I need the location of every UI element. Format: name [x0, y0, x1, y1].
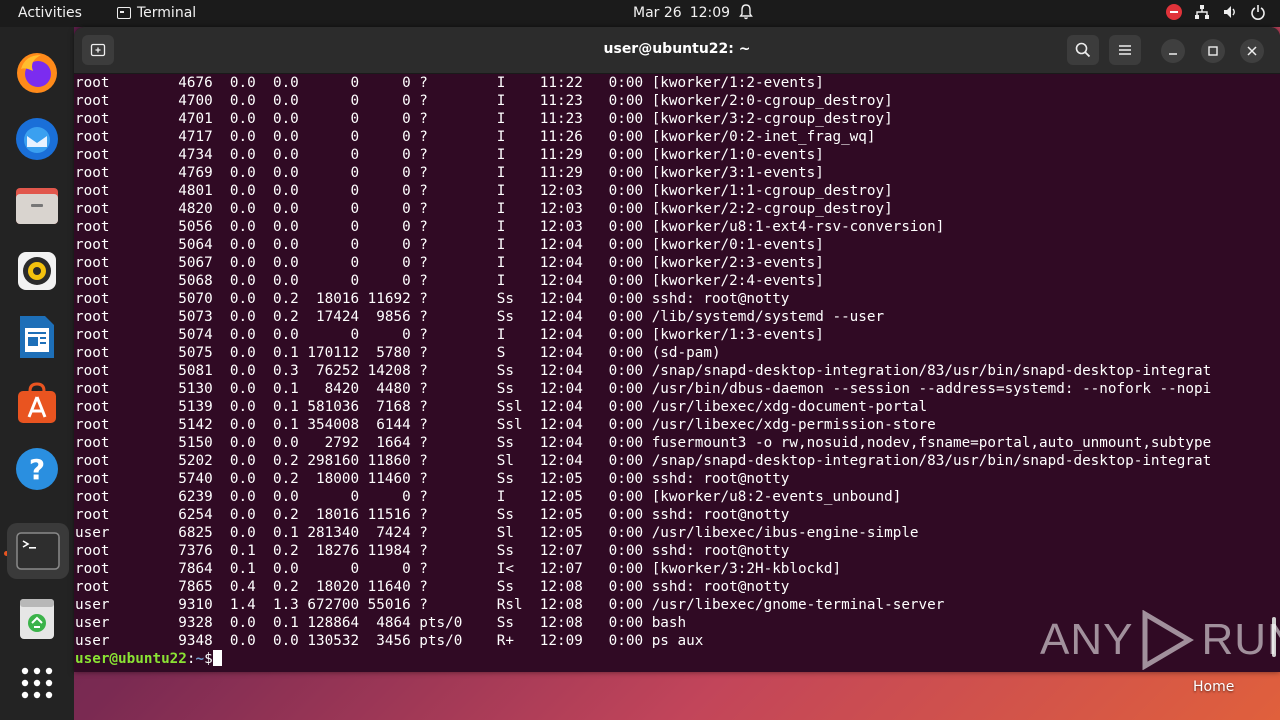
terminal-line: root 5067 0.0 0.0 0 0 ? I 12:04 0:00 [kw… — [75, 255, 824, 271]
text-cursor — [212, 650, 222, 666]
terminal-line: root 5202 0.0 0.2 298160 11860 ? Sl 12:0… — [75, 453, 1212, 469]
dock: ? — [0, 27, 74, 720]
terminal-line: root 5073 0.0 0.2 17424 9856 ? Ss 12:04 … — [75, 309, 885, 325]
app-name: Terminal — [137, 5, 197, 21]
terminal-line: root 5056 0.0 0.0 0 0 ? I 12:03 0:00 [kw… — [75, 219, 945, 235]
maximize-icon — [1208, 46, 1218, 56]
rhythmbox-icon — [18, 252, 56, 290]
terminal-line: root 5081 0.0 0.3 76252 14208 ? Ss 12:04… — [75, 363, 1212, 379]
terminal-line: root 4700 0.0 0.0 0 0 ? I 11:23 0:00 [kw… — [75, 93, 893, 109]
libreoffice-writer-icon — [20, 316, 54, 358]
app-center-icon — [18, 382, 56, 423]
terminal-line: root 5074 0.0 0.0 0 0 ? I 12:04 0:00 [kw… — [75, 327, 824, 343]
menu-button[interactable] — [1109, 35, 1141, 65]
close-icon — [1247, 46, 1257, 56]
terminal-line: root 4676 0.0 0.0 0 0 ? I 11:22 0:00 [kw… — [75, 75, 824, 91]
terminal-window: user@ubuntu22: ~ root 4676 0.0 0.0 0 0 ?… — [74, 27, 1280, 672]
terminal-line: root 6239 0.0 0.0 0 0 ? I 12:05 0:00 [kw… — [75, 489, 902, 505]
dock-writer[interactable] — [11, 311, 63, 363]
trash-icon — [20, 599, 54, 639]
system-tray[interactable] — [1166, 4, 1266, 20]
network-icon[interactable] — [1194, 4, 1210, 20]
top-bar: Activities Terminal Mar 26 12:09 — [0, 0, 1280, 27]
dock-thunderbird[interactable] — [11, 113, 63, 165]
prompt-user: user@ubuntu22 — [75, 651, 187, 667]
notification-bell-icon[interactable] — [739, 4, 753, 20]
dock-trash[interactable] — [11, 593, 63, 645]
terminal-line: root 4801 0.0 0.0 0 0 ? I 12:03 0:00 [kw… — [75, 183, 893, 199]
prompt-separator: : — [186, 651, 196, 667]
dock-terminal[interactable] — [7, 523, 69, 579]
prompt-path: ~ — [195, 651, 205, 667]
terminal-line: root 5139 0.0 0.1 581036 7168 ? Ssl 12:0… — [75, 399, 928, 415]
terminal-line: root 7376 0.1 0.2 18276 11984 ? Ss 12:07… — [75, 543, 790, 559]
terminal-line: root 4769 0.0 0.0 0 0 ? I 11:29 0:00 [kw… — [75, 165, 824, 181]
dock-firefox[interactable] — [11, 47, 63, 99]
time-label: 12:09 — [689, 5, 731, 21]
terminal-line: root 5070 0.0 0.2 18016 11692 ? Ss 12:04… — [75, 291, 790, 307]
minimize-button[interactable] — [1161, 39, 1185, 63]
terminal-line: root 4734 0.0 0.0 0 0 ? I 11:29 0:00 [kw… — [75, 147, 824, 163]
terminal-line: root 4701 0.0 0.0 0 0 ? I 11:23 0:00 [kw… — [75, 111, 893, 127]
window-headerbar[interactable]: user@ubuntu22: ~ — [74, 27, 1280, 74]
help-icon: ? — [16, 448, 58, 490]
dock-files[interactable] — [11, 179, 63, 231]
volume-icon[interactable] — [1222, 4, 1238, 20]
show-apps-icon — [21, 667, 53, 699]
dock-show-apps[interactable] — [11, 657, 63, 709]
terminal-line: user 6825 0.0 0.1 281340 7424 ? Sl 12:05… — [75, 525, 919, 541]
terminal-line: root 7865 0.4 0.2 18020 11640 ? Ss 12:08… — [75, 579, 790, 595]
terminal-line: root 5068 0.0 0.0 0 0 ? I 12:04 0:00 [kw… — [75, 273, 824, 289]
window-title: user@ubuntu22: ~ — [603, 41, 751, 57]
terminal-output[interactable]: root 4676 0.0 0.0 0 0 ? I 11:22 0:00 [kw… — [74, 74, 1280, 672]
svg-text:?: ? — [29, 453, 45, 486]
search-button[interactable] — [1067, 35, 1099, 65]
prompt-symbol: $ — [204, 651, 213, 667]
watermark-text-left: ANY — [1040, 615, 1134, 664]
dock-app-center[interactable] — [11, 377, 63, 429]
terminal-line: root 5142 0.0 0.1 354008 6144 ? Ssl 12:0… — [75, 417, 936, 433]
power-icon[interactable] — [1250, 4, 1266, 20]
search-icon — [1075, 42, 1091, 58]
terminal-line: root 5075 0.0 0.1 170112 5780 ? S 12:04 … — [75, 345, 721, 361]
terminal-line: root 4820 0.0 0.0 0 0 ? I 12:03 0:00 [kw… — [75, 201, 893, 217]
thunderbird-icon — [16, 118, 58, 160]
date-label: Mar 26 — [633, 5, 682, 21]
maximize-button[interactable] — [1201, 39, 1225, 63]
terminal-small-icon — [117, 7, 131, 19]
terminal-line: root 5130 0.0 0.1 8420 4480 ? Ss 12:04 0… — [75, 381, 1212, 397]
clock[interactable]: Mar 26 12:09 — [633, 5, 730, 21]
dock-help[interactable]: ? — [11, 443, 63, 495]
play-logo-icon — [1142, 610, 1195, 670]
minimize-icon — [1169, 53, 1177, 55]
error-indicator-icon[interactable] — [1166, 4, 1182, 20]
desktop-home-label[interactable]: Home — [1193, 679, 1234, 695]
watermark-text-right: RUN — [1201, 615, 1280, 664]
firefox-icon — [17, 53, 57, 93]
terminal-line: root 5150 0.0 0.0 2792 1664 ? Ss 12:04 0… — [75, 435, 1212, 451]
terminal-icon — [16, 532, 60, 570]
dock-rhythmbox[interactable] — [11, 245, 63, 297]
terminal-line: root 4717 0.0 0.0 0 0 ? I 11:26 0:00 [kw… — [75, 129, 876, 145]
terminal-line: root 5064 0.0 0.0 0 0 ? I 12:04 0:00 [kw… — [75, 237, 824, 253]
terminal-line: root 5740 0.0 0.2 18000 11460 ? Ss 12:05… — [75, 471, 790, 487]
terminal-line: root 7864 0.1 0.0 0 0 ? I< 12:07 0:00 [k… — [75, 561, 842, 577]
anyrun-watermark: ANY RUN — [1040, 610, 1280, 670]
hamburger-menu-icon — [1119, 45, 1131, 55]
terminal-line: root 6254 0.0 0.2 18016 11516 ? Ss 12:05… — [75, 507, 790, 523]
close-button[interactable] — [1240, 39, 1264, 63]
app-menu[interactable]: Terminal — [117, 5, 196, 21]
activities-button[interactable]: Activities — [18, 5, 82, 21]
terminal-lines: root 4676 0.0 0.0 0 0 ? I 11:22 0:00 [kw… — [74, 74, 1280, 650]
files-icon — [16, 188, 58, 224]
